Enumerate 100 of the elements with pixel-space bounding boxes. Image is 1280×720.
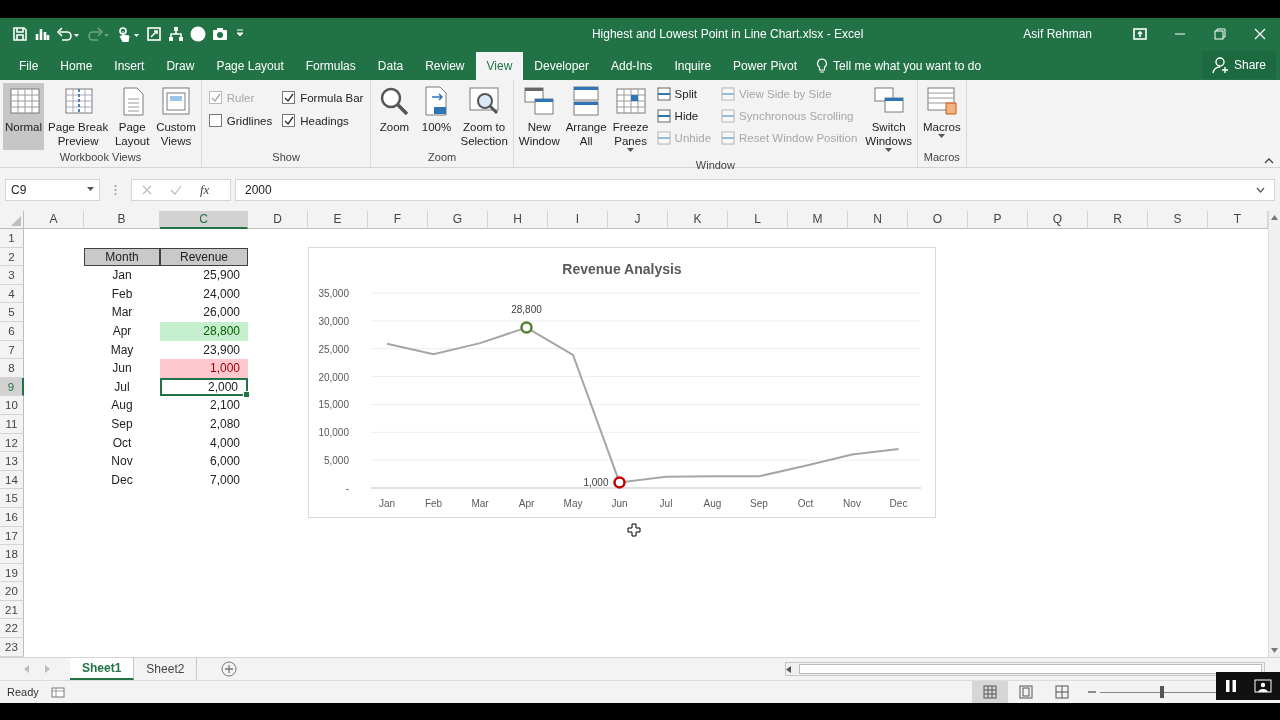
picture-icon[interactable]: [1254, 679, 1272, 693]
horizontal-scrollbar[interactable]: [785, 662, 1265, 676]
ribbon-tab[interactable]: View: [475, 52, 524, 80]
column-header[interactable]: T: [1208, 211, 1268, 229]
touch-icon[interactable]: [116, 26, 140, 42]
table-cell[interactable]: 2,080: [160, 414, 248, 434]
ribbon-button[interactable]: Page Break Preview: [46, 83, 111, 150]
ribbon-tab[interactable]: Add-Ins: [600, 52, 664, 80]
column-header[interactable]: J: [608, 211, 668, 229]
column-header[interactable]: O: [908, 211, 968, 229]
view-button[interactable]: [972, 681, 1008, 703]
chart-area[interactable]: Revenue Analysis - 5,000 10,000 15,000 20,000 25,000 30,000 35,000 Jan Feb Mar Apr May Jun Jul Aug Sep Oct Nov Dec 28,800 1,000: [308, 247, 936, 518]
checkbox[interactable]: Formula Bar: [282, 91, 364, 104]
table-cell[interactable]: 4,000: [160, 433, 248, 453]
ribbon-button[interactable]: Split: [656, 85, 712, 103]
tell-me-field[interactable]: Tell me what you want to do: [833, 59, 982, 73]
ribbon-tab[interactable]: Power Pivot: [722, 52, 809, 80]
column-header[interactable]: B: [84, 211, 160, 229]
row-header[interactable]: 13: [0, 452, 24, 471]
column-header[interactable]: S: [1148, 211, 1208, 229]
row-header[interactable]: 3: [0, 266, 24, 285]
column-header[interactable]: K: [668, 211, 728, 229]
table-cell[interactable]: 2,000: [160, 377, 248, 397]
ribbon-button[interactable]: Hide: [656, 107, 712, 125]
table-cell[interactable]: 7,000: [160, 470, 248, 490]
name-box[interactable]: C9: [5, 178, 100, 201]
ribbon-button[interactable]: Normal: [3, 83, 45, 150]
ribbon-button[interactable]: Zoom: [374, 83, 415, 150]
add-sheet-icon[interactable]: [221, 661, 238, 677]
ribbon-tab[interactable]: Formulas: [294, 52, 367, 80]
ribbon-button[interactable]: Freeze Panes: [610, 83, 651, 158]
save-icon[interactable]: [12, 26, 28, 42]
circle-icon[interactable]: [190, 26, 206, 42]
row-header[interactable]: 8: [0, 359, 24, 378]
column-header[interactable]: A: [24, 211, 84, 229]
row-header[interactable]: 1: [0, 229, 24, 248]
checkbox[interactable]: Gridlines: [208, 114, 273, 127]
column-header[interactable]: P: [968, 211, 1028, 229]
restore-icon[interactable]: [1213, 27, 1227, 41]
row-header[interactable]: 5: [0, 303, 24, 322]
checkbox[interactable]: Headings: [282, 114, 364, 127]
column-header[interactable]: F: [368, 211, 428, 229]
ribbon-display-icon[interactable]: [1133, 27, 1147, 41]
video-controls[interactable]: [1216, 672, 1280, 700]
column-header[interactable]: I: [548, 211, 608, 229]
column-header[interactable]: Q: [1028, 211, 1088, 229]
hierarchy-icon[interactable]: [168, 26, 184, 42]
ribbon-tab[interactable]: Inquire: [663, 52, 723, 80]
ribbon-button[interactable]: 100%: [416, 83, 457, 150]
table-cell[interactable]: 28,800: [160, 321, 248, 341]
ribbon-button[interactable]: Page Layout: [112, 83, 153, 150]
ribbon-tab[interactable]: Review: [414, 52, 476, 80]
row-header[interactable]: 15: [0, 489, 24, 508]
ribbon-tab[interactable]: Data: [366, 52, 415, 80]
scroll-left-icon[interactable]: [786, 665, 791, 673]
table-cell[interactable]: 26,000: [160, 303, 248, 322]
formula-field[interactable]: 2000: [235, 178, 1275, 201]
expand-icon[interactable]: [1256, 186, 1265, 193]
column-header[interactable]: N: [848, 211, 908, 229]
column-header[interactable]: G: [428, 211, 488, 229]
ribbon-tab[interactable]: File: [8, 52, 50, 80]
table-cell[interactable]: 1,000: [160, 359, 248, 378]
scroll-up-icon[interactable]: [1271, 215, 1278, 220]
column-header[interactable]: E: [308, 211, 368, 229]
column-header[interactable]: H: [488, 211, 548, 229]
table-cell[interactable]: 25,900: [160, 266, 248, 285]
ribbon-button[interactable]: Custom Views: [154, 83, 198, 150]
ribbon-button[interactable]: Arrange All: [563, 83, 609, 158]
ribbon-tab[interactable]: Page Layout: [205, 52, 295, 80]
ribbon-tab[interactable]: Draw: [155, 52, 206, 80]
vertical-scrollbar[interactable]: [1268, 211, 1280, 657]
row-header[interactable]: 22: [0, 619, 24, 639]
frame-icon[interactable]: [146, 26, 162, 42]
table-cell[interactable]: 6,000: [160, 452, 248, 471]
table-cell[interactable]: 2,100: [160, 396, 248, 415]
column-header[interactable]: L: [728, 211, 788, 229]
column-header[interactable]: D: [248, 211, 308, 229]
close-icon[interactable]: [1253, 27, 1267, 41]
ribbon-button[interactable]: Switch Windows: [863, 83, 914, 158]
ribbon-button[interactable]: Zoom to Selection: [458, 83, 510, 150]
zoom-out-icon[interactable]: [1088, 688, 1096, 696]
bar-chart-icon[interactable]: [34, 26, 50, 42]
camera-icon[interactable]: [212, 26, 228, 42]
column-header[interactable]: M: [788, 211, 848, 229]
ribbon-tab[interactable]: Home: [49, 52, 104, 80]
column-header[interactable]: C: [160, 211, 248, 229]
ribbon-tab[interactable]: Developer: [523, 52, 600, 80]
undo-icon[interactable]: [56, 26, 80, 42]
row-header[interactable]: 20: [0, 582, 24, 601]
scroll-down-icon[interactable]: [1271, 648, 1278, 653]
row-header[interactable]: 23: [0, 638, 24, 657]
share-button[interactable]: Share: [1201, 51, 1276, 79]
column-header[interactable]: R: [1088, 211, 1148, 229]
ribbon-tab[interactable]: Insert: [103, 52, 156, 80]
table-cell[interactable]: 24,000: [160, 284, 248, 304]
insert-function-button[interactable]: fx: [200, 181, 210, 198]
pause-icon[interactable]: [1224, 679, 1238, 693]
sheet-tab[interactable]: Sheet1: [70, 658, 135, 680]
collapse-icon[interactable]: [1264, 158, 1274, 164]
table-cell[interactable]: 23,900: [160, 340, 248, 360]
